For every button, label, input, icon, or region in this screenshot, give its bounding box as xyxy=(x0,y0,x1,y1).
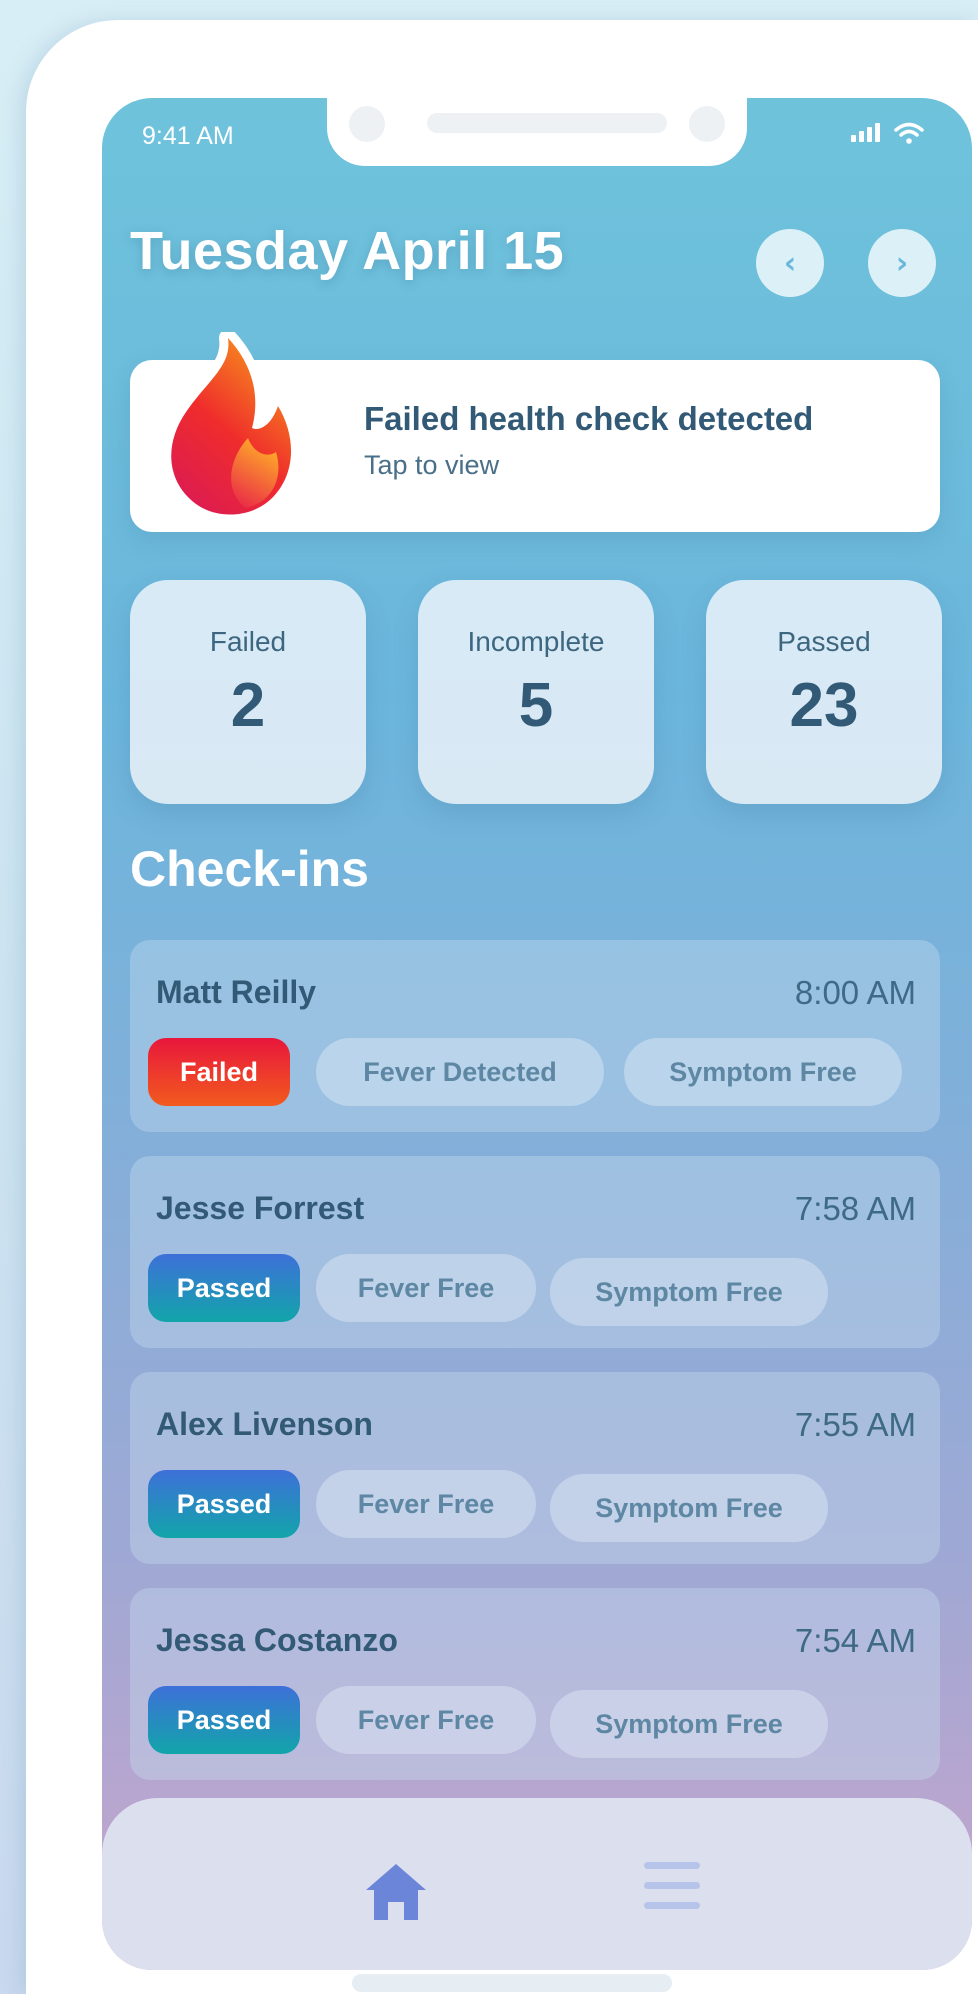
status-badge-passed: Passed xyxy=(148,1686,300,1754)
status-time: 9:41 AM xyxy=(142,122,234,150)
home-indicator xyxy=(352,1974,672,1992)
failed-check-alert[interactable]: Failed health check detected Tap to view xyxy=(130,332,940,532)
front-camera xyxy=(349,106,385,142)
checkin-row[interactable]: Alex Livenson 7:55 AM Passed Fever Free … xyxy=(130,1372,940,1564)
notch xyxy=(327,98,747,166)
stat-incomplete[interactable]: Incomplete 5 xyxy=(418,580,654,804)
chevron-right-icon: › xyxy=(895,245,909,281)
fever-pill: Fever Free xyxy=(316,1470,536,1538)
symptom-pill: Symptom Free xyxy=(550,1474,828,1542)
checkin-time: 8:00 AM xyxy=(794,974,916,1011)
status-badge-failed: Failed xyxy=(148,1038,290,1106)
checkin-name: Jessa Costanzo xyxy=(156,1622,398,1658)
status-icons xyxy=(851,122,924,144)
symptom-pill: Symptom Free xyxy=(550,1690,828,1758)
symptom-pill: Symptom Free xyxy=(624,1038,902,1106)
fever-pill: Fever Detected xyxy=(316,1038,604,1106)
signal-icon xyxy=(851,123,880,142)
checkin-row[interactable]: Jessa Costanzo 7:54 AM Passed Fever Free… xyxy=(130,1588,940,1780)
fever-pill: Fever Free xyxy=(316,1686,536,1754)
stat-label: Incomplete xyxy=(467,626,605,657)
flame-icon xyxy=(162,332,300,522)
checkin-time: 7:55 AM xyxy=(794,1406,916,1443)
phone-frame: 9:41 AM Tuesday April 15 ‹ › Failed heal… xyxy=(26,20,978,1994)
stat-value: 23 xyxy=(789,671,859,740)
checkin-name: Jesse Forrest xyxy=(156,1190,365,1226)
speaker-grille xyxy=(427,113,667,133)
prev-day-button[interactable]: ‹ xyxy=(756,229,824,297)
menu-icon[interactable] xyxy=(642,1856,702,1916)
checkin-name: Alex Livenson xyxy=(156,1406,373,1442)
tab-bar xyxy=(102,1798,972,1970)
checkin-row[interactable]: Jesse Forrest 7:58 AM Passed Fever Free … xyxy=(130,1156,940,1348)
sensor xyxy=(689,106,725,142)
wifi-icon xyxy=(894,122,924,144)
stat-passed[interactable]: Passed 23 xyxy=(706,580,942,804)
stat-value: 5 xyxy=(518,671,554,740)
stat-label: Passed xyxy=(777,626,871,657)
checkin-time: 7:54 AM xyxy=(794,1622,916,1659)
checkin-row[interactable]: Matt Reilly 8:00 AM Failed Fever Detecte… xyxy=(130,940,940,1132)
alert-title: Failed health check detected xyxy=(364,400,814,437)
alert-subtitle: Tap to view xyxy=(364,450,500,480)
app-screen: 9:41 AM Tuesday April 15 ‹ › Failed heal… xyxy=(102,98,972,1970)
stat-failed[interactable]: Failed 2 xyxy=(130,580,366,804)
stat-label: Failed xyxy=(209,626,287,657)
section-title: Check-ins xyxy=(130,841,369,897)
checkin-time: 7:58 AM xyxy=(794,1190,916,1227)
symptom-pill: Symptom Free xyxy=(550,1258,828,1326)
chevron-left-icon: ‹ xyxy=(783,245,797,281)
status-badge-passed: Passed xyxy=(148,1470,300,1538)
next-day-button[interactable]: › xyxy=(868,229,936,297)
home-icon[interactable] xyxy=(364,1860,428,1924)
status-badge-passed: Passed xyxy=(148,1254,300,1322)
fever-pill: Fever Free xyxy=(316,1254,536,1322)
checkin-name: Matt Reilly xyxy=(156,974,317,1010)
page-title: Tuesday April 15 xyxy=(130,221,565,281)
stat-value: 2 xyxy=(230,671,266,740)
